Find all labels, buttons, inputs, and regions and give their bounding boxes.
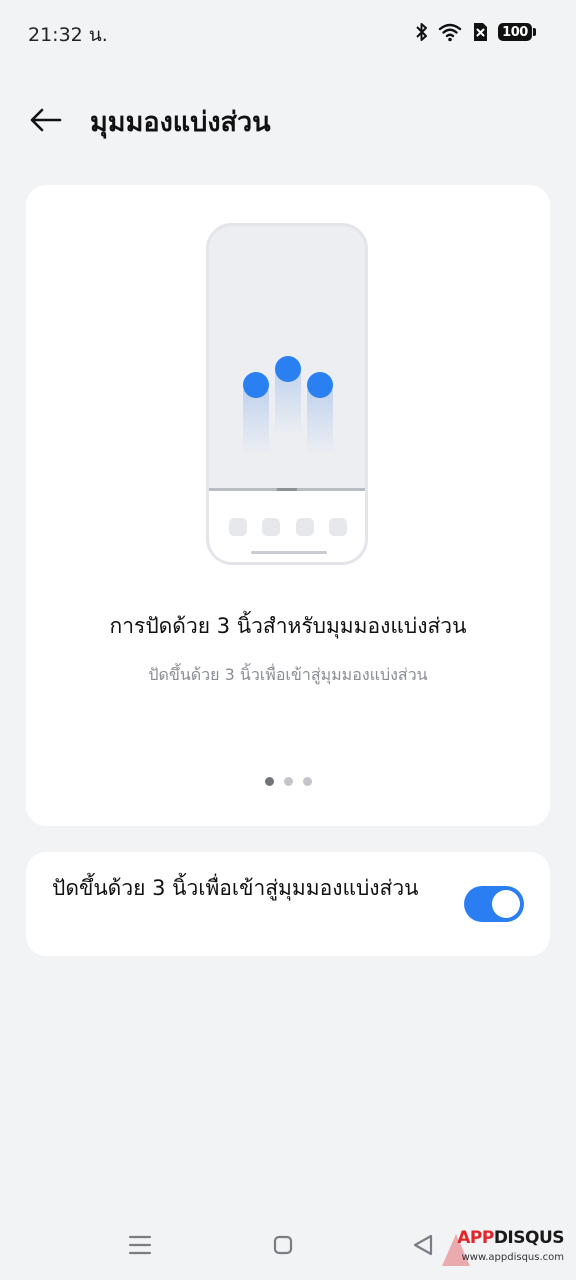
app-icon-placeholder bbox=[262, 518, 280, 536]
watermark-url: www.appdisqus.com bbox=[461, 1252, 564, 1263]
finger-trail-right bbox=[307, 390, 333, 454]
status-bar: 21:32 น. 100 bbox=[0, 0, 576, 68]
pager-dots bbox=[26, 777, 550, 786]
home-indicator bbox=[251, 551, 327, 554]
home-icon[interactable] bbox=[273, 1235, 293, 1255]
watermark-brand: APPDISQUS bbox=[457, 1228, 564, 1248]
status-time: 21:32 น. bbox=[28, 24, 108, 46]
gesture-illustration-card[interactable]: การปัดด้วย 3 นิ้วสำหรับมุมมองแบ่งส่วน ปั… bbox=[26, 185, 550, 826]
page-title: มุมมองแบ่งส่วน bbox=[90, 107, 271, 138]
back-button[interactable] bbox=[26, 100, 66, 140]
menu-icon[interactable] bbox=[128, 1234, 152, 1256]
finger-dot-left bbox=[243, 372, 269, 398]
gesture-headline: การปัดด้วย 3 นิ้วสำหรับมุมมองแบ่งส่วน bbox=[109, 614, 467, 638]
arrow-left-icon bbox=[30, 108, 62, 132]
app-icon-placeholder bbox=[329, 518, 347, 536]
battery-icon: 100 bbox=[498, 23, 536, 41]
watermark: APPDISQUS www.appdisqus.com bbox=[438, 1228, 568, 1274]
app-icon-placeholder bbox=[296, 518, 314, 536]
finger-dot-right bbox=[307, 372, 333, 398]
finger-dot-middle bbox=[275, 356, 301, 382]
three-finger-swipe-setting[interactable]: ปัดขึ้นด้วย 3 นิ้วเพื่อเข้าสู่มุมมองแบ่ง… bbox=[26, 852, 550, 956]
gesture-subtext: ปัดขึ้นด้วย 3 นิ้วเพื่อเข้าสู่มุมมองแบ่ง… bbox=[148, 665, 428, 684]
toggle-knob bbox=[492, 890, 520, 918]
finger-trail-left bbox=[243, 390, 269, 454]
battery-level: 100 bbox=[502, 24, 528, 40]
three-finger-swipe-toggle[interactable] bbox=[464, 886, 524, 922]
pager-dot-active[interactable] bbox=[264, 777, 274, 786]
status-icons: 100 bbox=[416, 22, 536, 42]
header: มุมมองแบ่งส่วน bbox=[0, 92, 576, 148]
pager-dot[interactable] bbox=[283, 777, 293, 786]
pager-dot[interactable] bbox=[302, 777, 312, 786]
wifi-icon bbox=[438, 22, 462, 42]
bluetooth-icon bbox=[416, 22, 428, 42]
setting-label: ปัดขึ้นด้วย 3 นิ้วเพื่อเข้าสู่มุมมองแบ่ง… bbox=[52, 876, 419, 900]
phone-illustration bbox=[206, 223, 368, 565]
app-icon-placeholder bbox=[229, 518, 247, 536]
sim-off-icon bbox=[472, 22, 488, 42]
back-triangle-icon[interactable] bbox=[412, 1234, 434, 1256]
